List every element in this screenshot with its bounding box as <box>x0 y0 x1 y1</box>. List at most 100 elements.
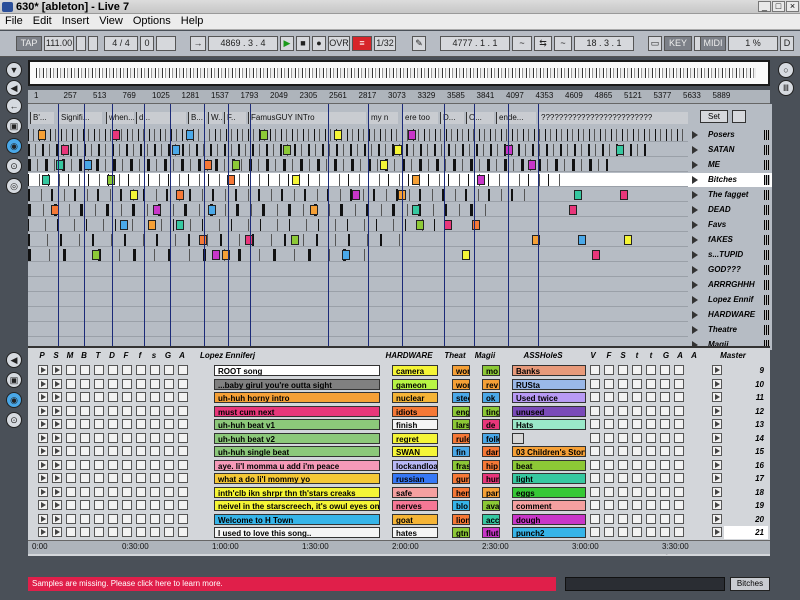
session-header[interactable]: F <box>120 350 132 361</box>
clip-block[interactable] <box>291 235 299 245</box>
track-lane[interactable] <box>28 323 688 337</box>
clip-slot-button[interactable] <box>164 500 174 510</box>
clip-magii[interactable]: hum <box>482 473 500 484</box>
status-message[interactable]: Samples are missing. Please click here t… <box>28 577 556 591</box>
clip-slot-button[interactable] <box>660 473 670 483</box>
clip-block[interactable] <box>408 130 416 140</box>
locator[interactable]: B'... <box>30 112 54 124</box>
clip-slot-button[interactable] <box>80 365 90 375</box>
clip-slot-button[interactable] <box>80 527 90 537</box>
menu-file[interactable]: File <box>0 14 28 28</box>
clip-slot-button[interactable] <box>122 432 132 443</box>
clip-slot-button[interactable] <box>178 446 188 456</box>
clip-main[interactable]: must cum next <box>214 405 380 417</box>
clip-slot-button[interactable] <box>80 513 90 524</box>
clip-magii[interactable]: mo <box>482 365 500 376</box>
clip-slot-button[interactable] <box>632 527 642 537</box>
clip-slot-button[interactable] <box>660 500 670 510</box>
session-header[interactable]: HARDWARE <box>380 350 438 361</box>
clip-slot-button[interactable] <box>38 405 48 416</box>
clip-slot-button[interactable] <box>108 486 118 497</box>
clip-slot-button[interactable] <box>632 473 642 483</box>
clip-slot-button[interactable] <box>122 405 132 416</box>
clip-slot-button[interactable] <box>660 527 670 537</box>
clip-slot-button[interactable] <box>94 527 104 537</box>
clip-slot-button[interactable] <box>108 419 118 429</box>
scene-number[interactable]: 17 <box>724 472 768 485</box>
minimize-button[interactable]: _ <box>758 1 771 12</box>
scene-number[interactable]: 15 <box>724 445 768 458</box>
clip-slot-button[interactable] <box>646 419 656 429</box>
clip-slot-button[interactable] <box>618 392 628 402</box>
close-button[interactable]: × <box>786 1 799 12</box>
metronome-field[interactable]: 0 <box>140 36 154 51</box>
clip-slot-button[interactable] <box>66 500 76 510</box>
next-locator-button[interactable] <box>732 110 746 123</box>
clip-magii[interactable]: ava <box>482 500 500 511</box>
clip-slot-button[interactable] <box>94 405 104 416</box>
clip-slot-button[interactable] <box>618 500 628 510</box>
clip-slot-button[interactable] <box>164 392 174 402</box>
clip-block[interactable] <box>616 145 624 155</box>
clip-block[interactable] <box>352 190 360 200</box>
clip-hardware[interactable]: camera <box>392 365 438 376</box>
record-button[interactable]: ● <box>312 36 326 51</box>
clip-theatre[interactable]: blo <box>452 500 470 511</box>
clip-slot-button[interactable] <box>164 432 174 443</box>
clip-block[interactable] <box>462 250 470 260</box>
clip-slot-button[interactable] <box>136 378 146 389</box>
clip-block[interactable] <box>208 205 216 215</box>
song-position-field[interactable]: 4869 . 3 . 4 <box>208 36 278 51</box>
arrangement-view[interactable]: B'...Signifi...when...d...B...W...F..Fam… <box>28 104 688 350</box>
track-lane[interactable] <box>28 218 688 232</box>
locator[interactable]: ende... <box>496 112 536 124</box>
clip-hardware[interactable]: SWAN <box>392 446 438 457</box>
clip-slot-button[interactable] <box>674 473 684 483</box>
clip-slot-button[interactable] <box>646 405 656 416</box>
clip-slot-button[interactable] <box>94 419 104 429</box>
clip-magii[interactable]: dar <box>482 446 500 457</box>
scene-launch-button[interactable] <box>712 446 722 456</box>
clip-slot-button[interactable] <box>590 486 600 497</box>
menu-insert[interactable]: Insert <box>57 14 95 28</box>
tap-button[interactable]: TAP <box>16 36 42 51</box>
clip-slot-button[interactable] <box>150 432 160 443</box>
clip-slot-button[interactable] <box>108 405 118 416</box>
clip-slot-button[interactable] <box>66 419 76 429</box>
clip-slot-button[interactable] <box>38 446 48 456</box>
clip-block[interactable] <box>42 175 50 185</box>
session-header[interactable]: Master <box>708 350 758 361</box>
clip-main[interactable]: inth'clb ikn shrpr thn th'stars creaks <box>214 486 380 498</box>
clip-slot-button[interactable] <box>178 513 188 524</box>
beat-ruler[interactable]: 1 257 513 769 1025 1281 1537 1793 2049 2305 2561 28… <box>28 90 770 104</box>
session-header[interactable]: Lopez Enniferj <box>200 350 376 361</box>
clip-slot-button[interactable] <box>590 446 600 456</box>
clip-slot-button[interactable] <box>604 459 614 470</box>
clip-slot-button[interactable] <box>178 459 188 470</box>
cd-icon[interactable]: ◎ <box>6 178 22 194</box>
clip-slot-button[interactable] <box>674 365 684 375</box>
nudge-up-button[interactable] <box>88 36 98 51</box>
clip-slot-button[interactable] <box>38 459 48 470</box>
menu-help[interactable]: Help <box>176 14 209 28</box>
scene-launch-button[interactable] <box>712 459 722 470</box>
clip-slot-button[interactable] <box>164 405 174 416</box>
session-header[interactable]: t <box>630 350 644 361</box>
clip-slot-button[interactable] <box>66 365 76 375</box>
clip-slot-button[interactable] <box>674 513 684 524</box>
clip-block[interactable] <box>444 220 452 230</box>
clip-slot-button[interactable] <box>660 486 670 497</box>
clip-assholes[interactable]: punch2 <box>512 527 586 538</box>
clip-block[interactable] <box>84 160 92 170</box>
track-name[interactable]: Theatre <box>688 323 772 337</box>
loop-start-field[interactable]: 4777 . 1 . 1 <box>440 36 510 51</box>
chevron-left-icon[interactable]: ◀ <box>6 80 22 96</box>
clip-slot-button[interactable] <box>52 446 62 456</box>
clip-slot-button[interactable] <box>604 473 614 483</box>
clip-slot-button[interactable] <box>80 378 90 389</box>
track-lane[interactable] <box>28 248 688 262</box>
clip-slot-button[interactable] <box>94 473 104 483</box>
clip-magii[interactable]: part <box>482 486 500 498</box>
clip-slot-button[interactable] <box>136 432 146 443</box>
clip-slot-button[interactable] <box>660 392 670 402</box>
